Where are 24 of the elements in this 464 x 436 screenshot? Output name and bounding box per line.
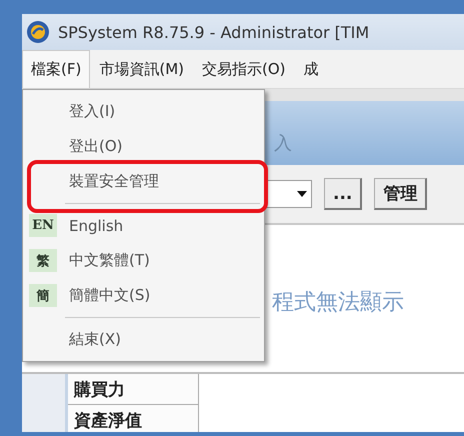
menu-item[interactable]: 登出(O)	[69, 137, 123, 156]
error-message: 程式無法顯示	[272, 290, 404, 315]
app-logo-icon	[26, 20, 50, 44]
window-title: SPSystem R8.75.9 - Administrator [TIM	[58, 22, 370, 42]
side-panel	[22, 374, 68, 432]
menu-item[interactable]: 裝置安全管理	[69, 172, 159, 191]
language-badge: 繁	[29, 249, 57, 272]
menu-item[interactable]: English	[69, 216, 124, 234]
menu-bar-item[interactable]: 交易指示(O)	[193, 50, 295, 88]
menu-item[interactable]: 登入(I)	[69, 102, 116, 121]
menu-bar-item[interactable]: 檔案(F)	[22, 50, 90, 88]
menu-bar-item[interactable]: 成	[294, 50, 328, 88]
panel-title: 入	[274, 132, 292, 155]
menu-bar-item[interactable]: 市場資訊(M)	[90, 50, 193, 88]
manage-button[interactable]: 管理	[374, 178, 428, 210]
language-badge: EN	[29, 214, 57, 237]
dropdown-arrow-icon	[297, 191, 307, 197]
menu-item[interactable]: 中文繁體(T)	[69, 251, 150, 270]
menu-item[interactable]: 簡體中文(S)	[69, 286, 150, 305]
table-cell: 購買力	[68, 374, 198, 405]
browse-button[interactable]: ...	[324, 178, 362, 210]
table-cell: 資產淨值	[68, 405, 198, 432]
menu-item[interactable]: 結束(X)	[69, 330, 121, 349]
language-badge: 簡	[29, 284, 57, 307]
